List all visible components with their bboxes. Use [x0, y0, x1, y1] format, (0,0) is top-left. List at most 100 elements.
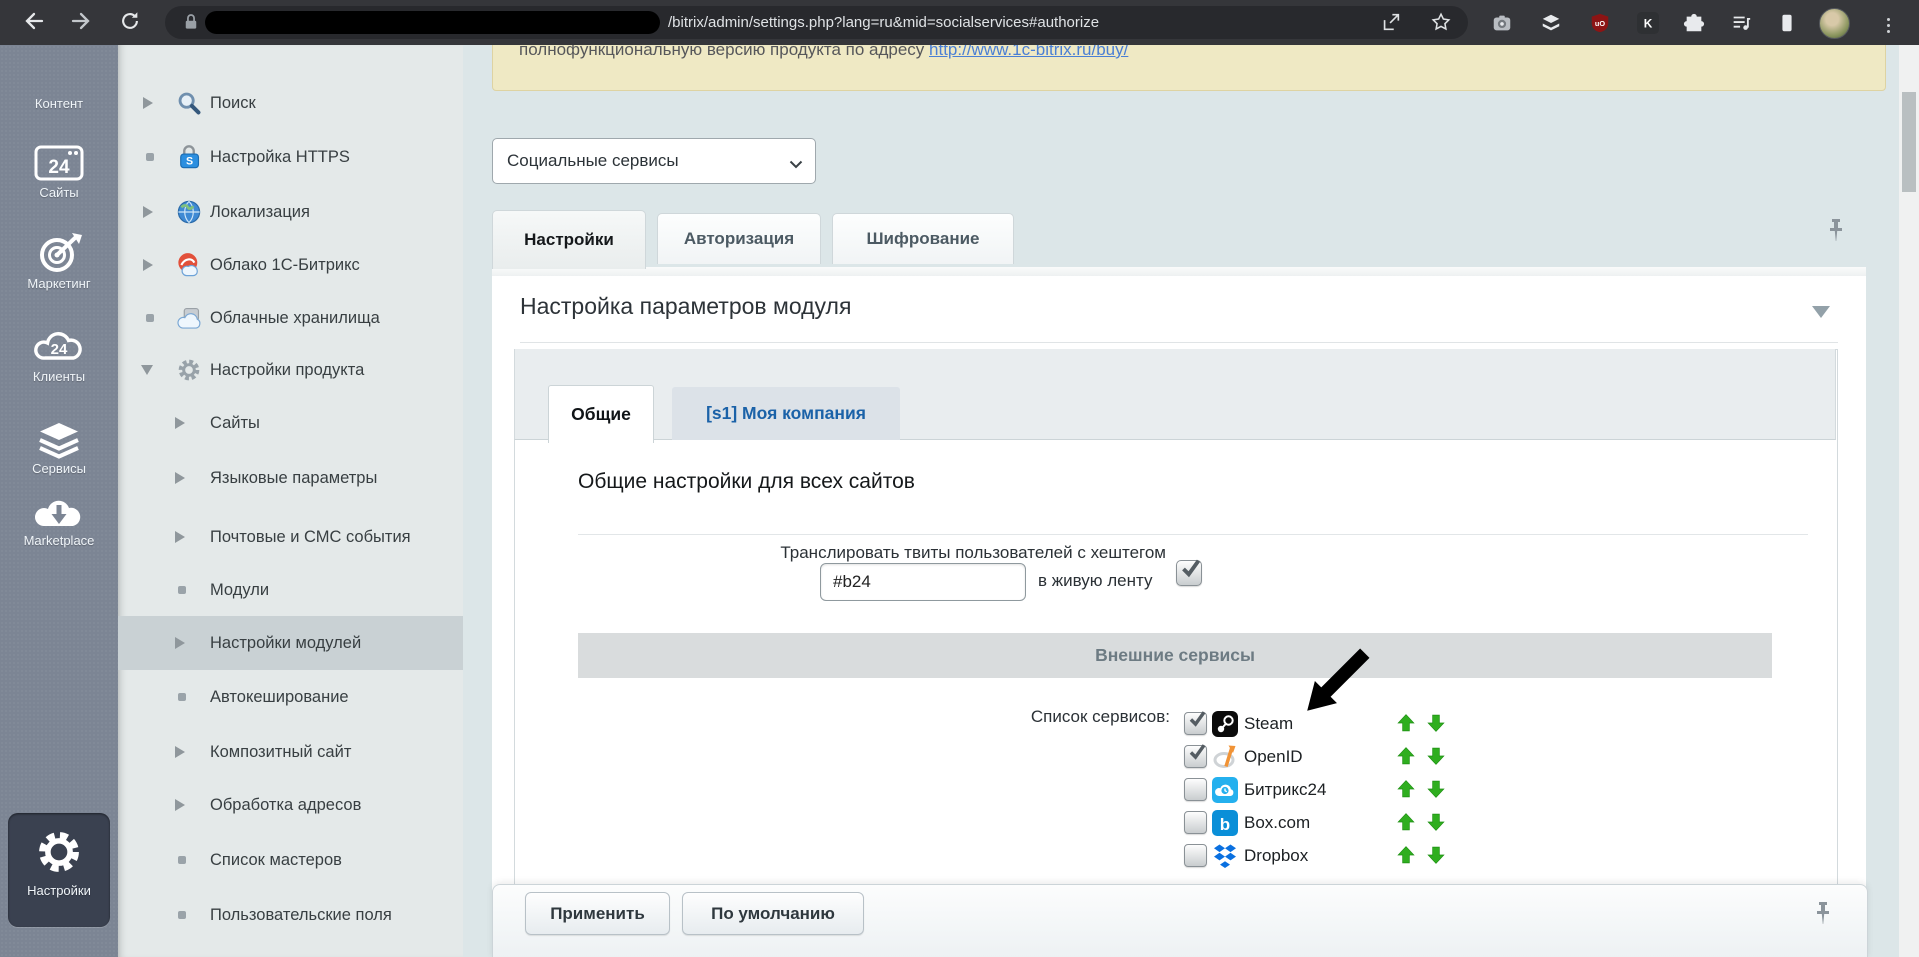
module-select[interactable]: Социальные сервисы [492, 138, 816, 184]
menu-item-composite-site[interactable]: Композитный сайт [118, 725, 463, 779]
bullet-icon [178, 693, 186, 701]
sidebar-item-settings[interactable]: Настройки [8, 813, 110, 927]
panel-collapse-icon[interactable] [1812, 306, 1830, 318]
layers-extension-icon[interactable] [1538, 10, 1564, 36]
tab-encryption[interactable]: Шифрование [832, 213, 1014, 264]
svg-text:b: b [1220, 815, 1230, 834]
bookmark-star-icon[interactable] [1430, 11, 1452, 38]
menu-item-address-processing[interactable]: Обработка адресов [118, 778, 463, 832]
expand-arrow-icon[interactable] [175, 799, 185, 811]
box-icon: b [1212, 810, 1238, 836]
service-checkbox-steam[interactable] [1184, 712, 1207, 735]
bullet-icon [178, 586, 186, 594]
settings-menu: Поиск S Настройка HTTPS Локализация Обла… [118, 45, 463, 957]
marketing-target-icon[interactable] [33, 231, 85, 273]
reload-button[interactable] [115, 8, 145, 38]
service-checkbox-box[interactable] [1184, 811, 1207, 834]
screenshot-extension-icon[interactable] [1489, 10, 1515, 36]
default-button[interactable]: По умолчанию [682, 892, 864, 935]
menu-item-captcha[interactable]: CAPTCHA [118, 940, 463, 957]
scrollbar-track[interactable] [1899, 45, 1919, 957]
move-up-icon[interactable] [1396, 846, 1418, 868]
service-checkbox-openid[interactable] [1184, 745, 1207, 768]
menu-item-https[interactable]: S Настройка HTTPS [118, 130, 463, 184]
chevron-down-icon [789, 156, 803, 174]
live-feed-label: в живую ленту [1038, 571, 1153, 591]
pin-icon[interactable] [1824, 217, 1848, 254]
side-panel-icon[interactable] [1774, 10, 1800, 36]
menu-item-cloud-storage[interactable]: Облачные хранилища [118, 291, 463, 345]
tab-general[interactable]: Общие [548, 385, 654, 443]
tab-authorization[interactable]: Авторизация [657, 213, 821, 264]
ublock-extension-icon[interactable]: uO [1587, 10, 1613, 36]
service-checkbox-bitrix24[interactable] [1184, 778, 1207, 801]
collapse-arrow-icon[interactable] [141, 365, 153, 375]
sidebar-item-services[interactable]: Сервисы [0, 461, 118, 476]
menu-item-search[interactable]: Поиск [118, 76, 463, 130]
expand-arrow-icon[interactable] [143, 97, 153, 109]
move-down-icon[interactable] [1426, 813, 1448, 835]
tab-settings[interactable]: Настройки [492, 210, 646, 269]
expand-arrow-icon[interactable] [175, 746, 185, 758]
marketplace-cloud-icon[interactable] [34, 495, 84, 529]
playlist-extension-icon[interactable] [1728, 10, 1754, 36]
move-up-icon[interactable] [1396, 813, 1418, 835]
menu-item-mail-sms-events[interactable]: Почтовые и СМС события [118, 510, 463, 564]
browser-menu-icon[interactable] [1875, 12, 1901, 38]
menu-item-product-settings[interactable]: Настройки продукта [118, 343, 463, 397]
back-button[interactable] [18, 8, 48, 38]
hashtag-input[interactable] [820, 563, 1026, 601]
profile-avatar[interactable] [1819, 8, 1850, 39]
menu-item-module-settings[interactable]: Настройки модулей [118, 616, 463, 670]
share-icon[interactable] [1380, 11, 1402, 38]
move-up-icon[interactable] [1396, 747, 1418, 769]
sidebar-item-marketing[interactable]: Маркетинг [0, 276, 118, 291]
service-name: OpenID [1244, 747, 1303, 767]
browser-window: /bitrix/admin/settings.php?lang=ru&mid=s… [0, 0, 1919, 957]
expand-arrow-icon[interactable] [175, 531, 185, 543]
move-down-icon[interactable] [1426, 846, 1448, 868]
service-checkbox-dropbox[interactable] [1184, 844, 1207, 867]
scrollbar-thumb[interactable] [1902, 92, 1916, 192]
trial-notice-bar: полнофункциональную версию продукта по а… [492, 37, 1886, 91]
module-select-value: Социальные сервисы [507, 151, 679, 171]
apply-button[interactable]: Применить [525, 892, 670, 935]
expand-arrow-icon[interactable] [175, 472, 185, 484]
move-up-icon[interactable] [1396, 714, 1418, 736]
expand-arrow-icon[interactable] [143, 206, 153, 218]
sites-icon[interactable]: 24 [34, 145, 84, 181]
pin-icon[interactable] [1811, 900, 1835, 937]
menu-item-language-params[interactable]: Языковые параметры [118, 451, 463, 505]
menu-item-localization[interactable]: Локализация [118, 185, 463, 239]
tweet-hashtag-label: Транслировать твиты пользователей с хешт… [566, 543, 1166, 563]
services-layers-icon[interactable] [33, 421, 85, 459]
menu-item-user-fields[interactable]: Пользовательские поля [118, 888, 463, 942]
menu-item-autocache[interactable]: Автокеширование [118, 670, 463, 724]
expand-arrow-icon[interactable] [175, 417, 185, 429]
expand-arrow-icon[interactable] [143, 259, 153, 271]
sidebar-item-sites[interactable]: Сайты [0, 185, 118, 200]
move-up-icon[interactable] [1396, 780, 1418, 802]
live-feed-checkbox[interactable] [1176, 560, 1202, 586]
menu-item-modules[interactable]: Модули [118, 563, 463, 617]
address-bar[interactable]: /bitrix/admin/settings.php?lang=ru&mid=s… [165, 6, 1468, 39]
extensions-puzzle-icon[interactable] [1681, 10, 1707, 36]
expand-arrow-icon[interactable] [175, 637, 185, 649]
move-down-icon[interactable] [1426, 747, 1448, 769]
menu-item-sites[interactable]: Сайты [118, 396, 463, 450]
move-down-icon[interactable] [1426, 780, 1448, 802]
move-down-icon[interactable] [1426, 714, 1448, 736]
menu-item-wizard-list[interactable]: Список мастеров [118, 833, 463, 887]
https-lock-icon: S [176, 144, 202, 170]
sidebar-item-content[interactable]: Контент [0, 96, 118, 111]
tab-s1-my-company[interactable]: [s1] Моя компания [672, 387, 900, 440]
clients-cloud-icon[interactable]: 24 [33, 327, 85, 365]
sidebar-item-marketplace[interactable]: Marketplace [0, 533, 118, 548]
bitrix24-icon [1212, 777, 1238, 803]
svg-text:24: 24 [51, 341, 68, 358]
sidebar-item-clients[interactable]: Клиенты [0, 369, 118, 384]
k-extension-icon[interactable]: K [1635, 10, 1661, 36]
forward-button[interactable] [67, 8, 97, 38]
menu-item-bitrix-cloud[interactable]: Облако 1С-Битрикс [118, 238, 463, 292]
steam-icon [1212, 711, 1238, 737]
